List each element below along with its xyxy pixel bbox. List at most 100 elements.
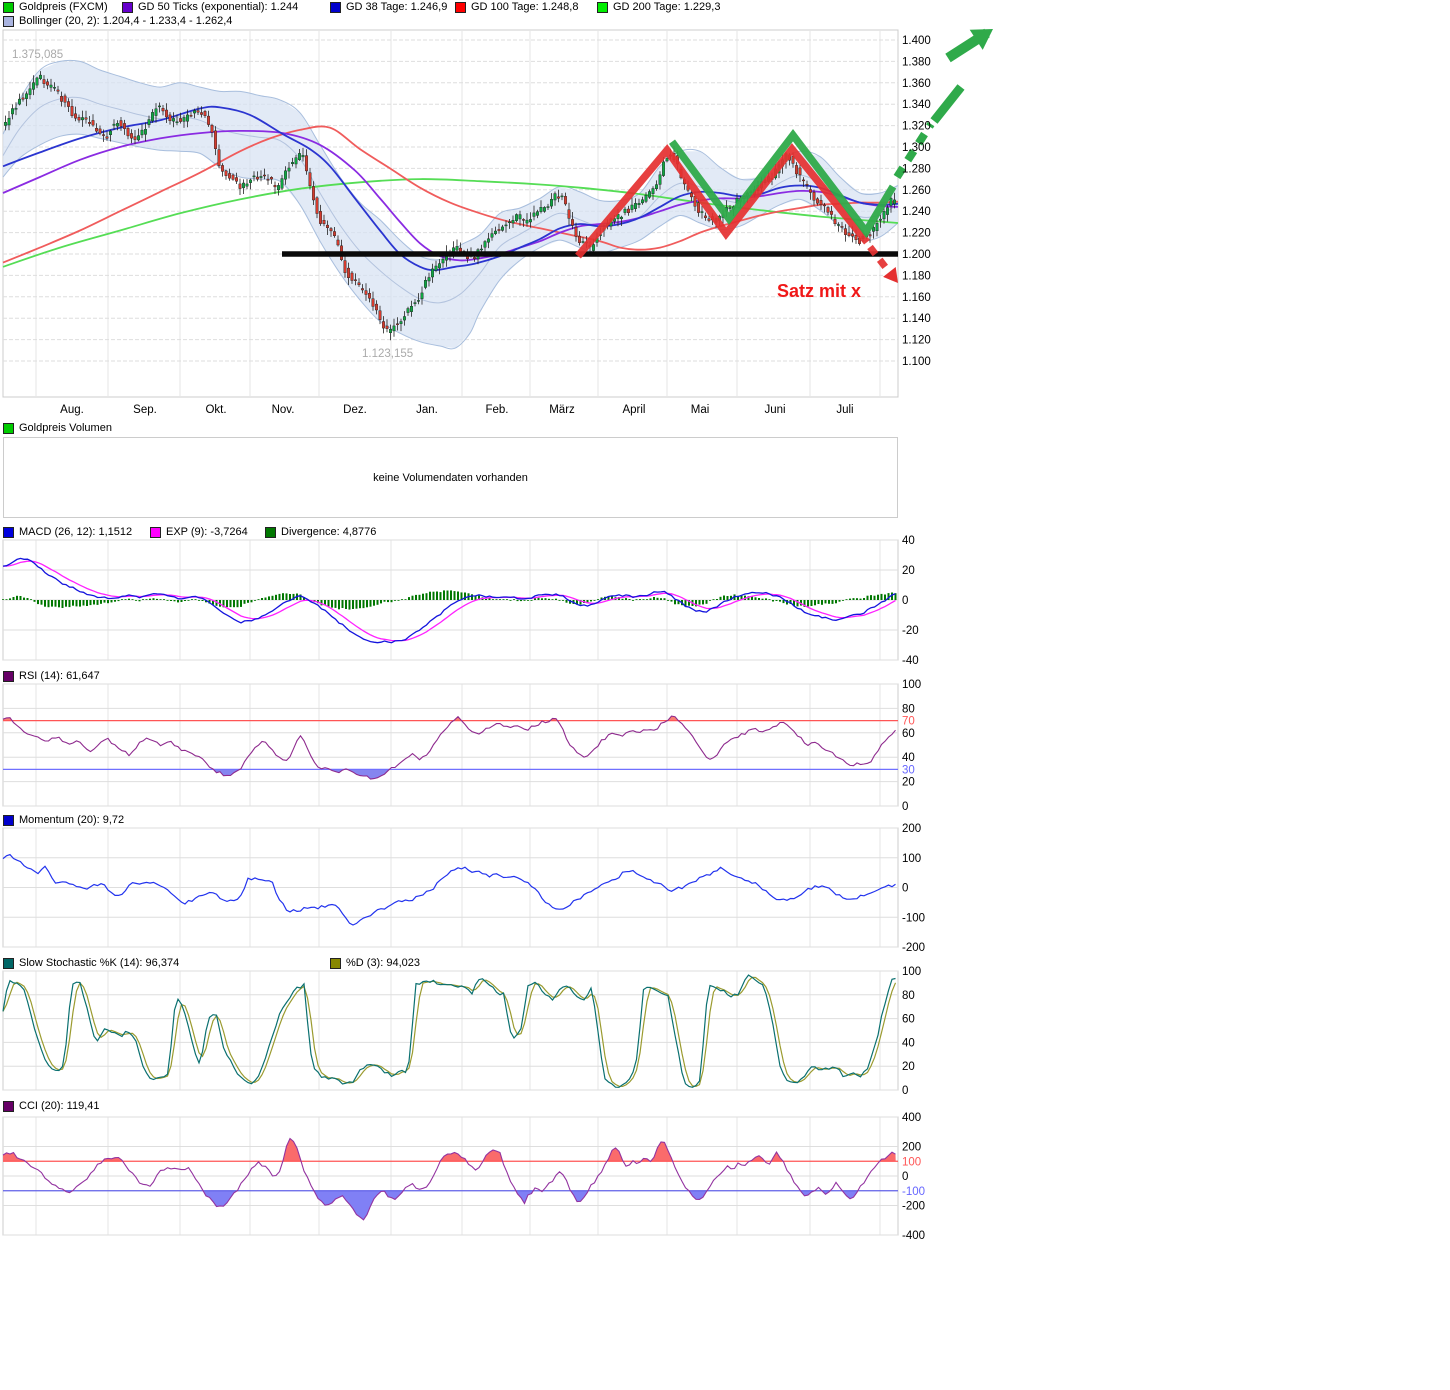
svg-text:200: 200 bbox=[902, 1142, 921, 1154]
legend-label: MACD (26, 12): 1,1512 bbox=[19, 526, 132, 538]
legend-label: Slow Stochastic %K (14): 96,374 bbox=[19, 957, 179, 969]
svg-text:1.260: 1.260 bbox=[902, 185, 931, 197]
svg-text:1.140: 1.140 bbox=[902, 313, 931, 325]
cci-swatch-icon bbox=[3, 1101, 14, 1112]
month-label: Mai bbox=[691, 404, 710, 416]
legend-item-cci: CCI (20): 119,41 bbox=[3, 1100, 100, 1112]
svg-text:40: 40 bbox=[902, 752, 915, 764]
legend-label: CCI (20): 119,41 bbox=[19, 1100, 100, 1112]
svg-text:0: 0 bbox=[902, 883, 908, 895]
month-label: Aug. bbox=[60, 404, 84, 416]
exp-swatch-icon bbox=[150, 527, 161, 538]
svg-text:80: 80 bbox=[902, 703, 915, 715]
svg-text:-400: -400 bbox=[902, 1230, 925, 1242]
svg-text:20: 20 bbox=[902, 1061, 915, 1073]
month-label: Nov. bbox=[272, 404, 295, 416]
svg-text:1.180: 1.180 bbox=[902, 270, 931, 282]
legend-item-volume: Goldpreis Volumen bbox=[3, 422, 112, 434]
svg-text:400: 400 bbox=[902, 1112, 921, 1124]
svg-text:1.120: 1.120 bbox=[902, 335, 931, 347]
legend-label: EXP (9): -3,7264 bbox=[166, 526, 248, 538]
svg-text:-100: -100 bbox=[902, 912, 925, 924]
svg-text:1.280: 1.280 bbox=[902, 163, 931, 175]
month-label: Feb. bbox=[485, 404, 508, 416]
month-label: Okt. bbox=[205, 404, 226, 416]
macd-legend: MACD (26, 12): 1,1512 EXP (9): -3,7264 D… bbox=[0, 526, 1000, 539]
no-volume-message: keine Volumendaten vorhanden bbox=[373, 472, 528, 484]
chart-stack-svg: 1.375,085 1.123,155 Satz mit x 1.400 1.380 1.… bbox=[0, 0, 1050, 1250]
divergence-swatch-icon bbox=[265, 527, 276, 538]
month-label: März bbox=[549, 404, 575, 416]
svg-text:-20: -20 bbox=[902, 625, 919, 637]
svg-text:0: 0 bbox=[902, 1171, 908, 1183]
satz-mit-x-label: Satz mit x bbox=[777, 281, 861, 301]
low-price-label: 1.123,155 bbox=[362, 348, 413, 360]
svg-text:1.220: 1.220 bbox=[902, 228, 931, 240]
gold-chart-page: { "title_legends": { "row1": [ {"label":… bbox=[0, 0, 1450, 1390]
svg-text:100: 100 bbox=[902, 1156, 921, 1168]
legend-item-stoch-d: %D (3): 94,023 bbox=[330, 957, 420, 969]
momentum-swatch-icon bbox=[3, 815, 14, 826]
legend-item-momentum: Momentum (20): 9,72 bbox=[3, 814, 124, 826]
legend-label: RSI (14): 61,647 bbox=[19, 670, 100, 682]
month-label: April bbox=[622, 404, 645, 416]
svg-text:80: 80 bbox=[902, 990, 915, 1002]
legend-item-stoch-k: Slow Stochastic %K (14): 96,374 bbox=[3, 957, 179, 969]
svg-text:1.360: 1.360 bbox=[902, 78, 931, 90]
svg-text:30: 30 bbox=[902, 764, 915, 776]
legend-label: Goldpreis Volumen bbox=[19, 422, 112, 434]
svg-text:1.300: 1.300 bbox=[902, 142, 931, 154]
month-label: Dez. bbox=[343, 404, 367, 416]
svg-text:1.200: 1.200 bbox=[902, 249, 931, 261]
month-label: Jan. bbox=[416, 404, 438, 416]
legend-item-rsi: RSI (14): 61,647 bbox=[3, 670, 100, 682]
volume-panel: keine Volumendaten vorhanden bbox=[3, 437, 898, 518]
momentum-legend: Momentum (20): 9,72 bbox=[0, 814, 1000, 827]
svg-text:40: 40 bbox=[902, 1037, 915, 1049]
svg-text:1.340: 1.340 bbox=[902, 99, 931, 111]
month-label: Juli bbox=[836, 404, 853, 416]
legend-item-divergence: Divergence: 4,8776 bbox=[265, 526, 376, 538]
legend-label: Divergence: 4,8776 bbox=[281, 526, 376, 538]
stoch-d-swatch-icon bbox=[330, 958, 341, 969]
volume-legend: Goldpreis Volumen bbox=[0, 422, 1000, 435]
svg-text:1.100: 1.100 bbox=[902, 356, 931, 368]
rsi-swatch-icon bbox=[3, 671, 14, 682]
stoch-k-swatch-icon bbox=[3, 958, 14, 969]
cci-legend: CCI (20): 119,41 bbox=[0, 1100, 1000, 1113]
svg-text:60: 60 bbox=[902, 1014, 915, 1026]
volume-swatch-icon bbox=[3, 423, 14, 434]
legend-item-macd: MACD (26, 12): 1,1512 bbox=[3, 526, 132, 538]
month-label: Juni bbox=[764, 404, 785, 416]
rsi-legend: RSI (14): 61,647 bbox=[0, 670, 1000, 683]
svg-text:0: 0 bbox=[902, 595, 908, 607]
macd-panel: 40200-20-40 bbox=[2, 535, 919, 667]
month-label: Sep. bbox=[133, 404, 157, 416]
svg-text:-40: -40 bbox=[902, 655, 919, 667]
cci-panel: 400 200 100 0 -100 -200 -400 bbox=[3, 1112, 925, 1242]
legend-label: Momentum (20): 9,72 bbox=[19, 814, 124, 826]
high-price-label: 1.375,085 bbox=[12, 49, 63, 61]
svg-text:1.320: 1.320 bbox=[902, 121, 931, 133]
svg-text:1.380: 1.380 bbox=[902, 56, 931, 68]
svg-text:-200: -200 bbox=[902, 942, 925, 954]
legend-item-exp: EXP (9): -3,7264 bbox=[150, 526, 248, 538]
price-chart: 1.375,085 1.123,155 Satz mit x 1.400 1.380 1.… bbox=[3, 29, 993, 416]
momentum-panel: 2001000-100-200 bbox=[3, 823, 925, 954]
svg-text:100: 100 bbox=[902, 853, 921, 865]
svg-text:1.400: 1.400 bbox=[902, 35, 931, 47]
rsi-panel: 1008070604030200 bbox=[3, 679, 921, 813]
svg-text:-100: -100 bbox=[902, 1186, 925, 1198]
svg-text:1.160: 1.160 bbox=[902, 292, 931, 304]
svg-text:20: 20 bbox=[902, 777, 915, 789]
svg-text:60: 60 bbox=[902, 728, 915, 740]
macd-swatch-icon bbox=[3, 527, 14, 538]
stochastic-panel: 100806040200 bbox=[3, 966, 921, 1097]
legend-label: %D (3): 94,023 bbox=[346, 957, 420, 969]
svg-text:70: 70 bbox=[902, 716, 915, 728]
svg-text:20: 20 bbox=[902, 565, 915, 577]
svg-text:-200: -200 bbox=[902, 1201, 925, 1213]
svg-text:0: 0 bbox=[902, 801, 908, 813]
svg-text:0: 0 bbox=[902, 1085, 908, 1097]
stochastic-legend: Slow Stochastic %K (14): 96,374 %D (3): … bbox=[0, 957, 1000, 970]
